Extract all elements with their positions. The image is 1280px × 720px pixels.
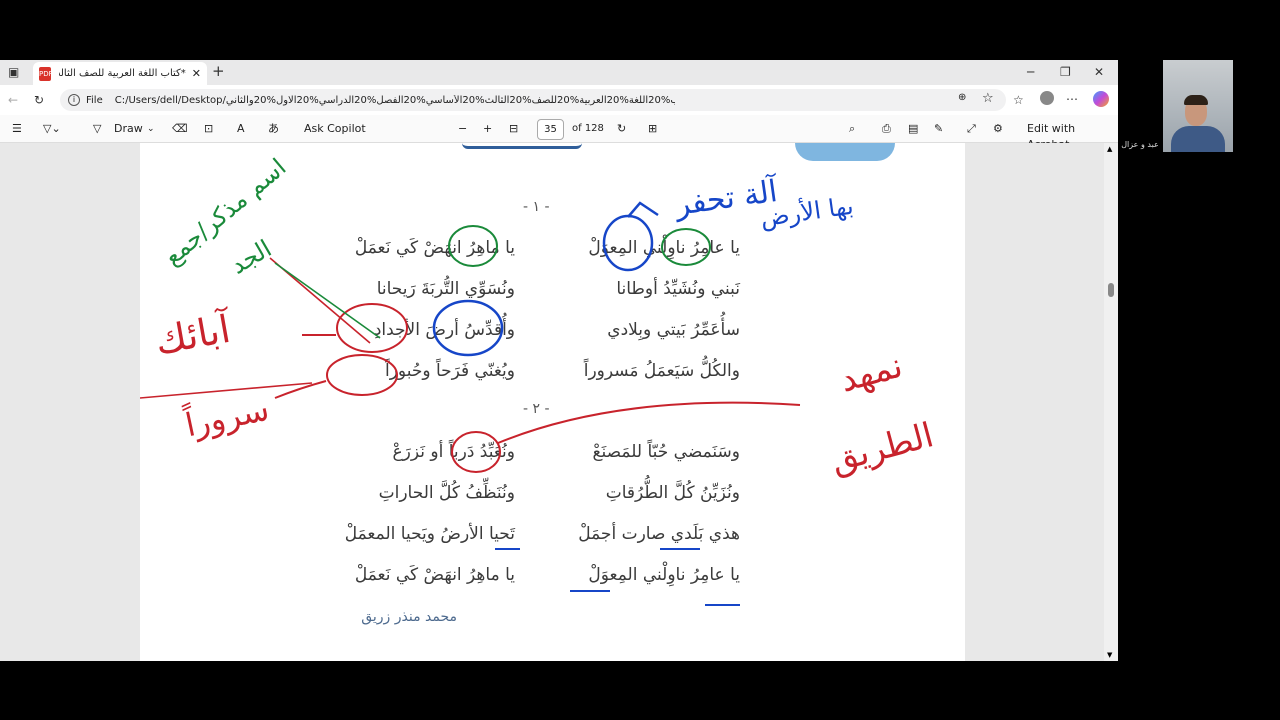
pdf-icon: PDF (39, 66, 53, 81)
contents-icon[interactable]: ☰ (12, 121, 22, 137)
ink-circle-nuabbid (451, 431, 501, 473)
fit-page-icon[interactable]: ⊟ (509, 121, 518, 137)
settings-icon[interactable]: ⚙ (993, 121, 1003, 137)
draw-icon[interactable]: ▽ (93, 121, 101, 137)
page-number-input[interactable]: 35 (537, 119, 564, 140)
tab-bar: ▣ PDF *كتاب اللغة العربية للصف الثالث ال… (0, 60, 1118, 85)
vertical-scrollbar[interactable]: ▲ ▼ (1104, 143, 1118, 661)
copilot-icon[interactable] (1093, 91, 1109, 107)
draw-button[interactable]: Draw (114, 121, 143, 137)
url-field[interactable]: i File C:/Users/dell/Desktop/كتاب%20اللغ… (60, 89, 1006, 111)
print-icon[interactable]: ⎙ (882, 121, 891, 137)
profile-avatar[interactable] (1040, 91, 1054, 105)
page-view-icon[interactable]: ⊞ (648, 121, 657, 137)
text-box-icon[interactable]: ⊡ (204, 121, 213, 137)
person-hair (1184, 95, 1208, 105)
scroll-down-icon[interactable]: ▼ (1107, 651, 1112, 659)
zoom-icon[interactable]: ⊕ (958, 92, 966, 103)
read-aloud-icon[interactable]: A (237, 121, 245, 137)
pdf-page[interactable]: - ١ - - ٢ - يا عامِرُ ناوِلْني المِعوَلْ… (140, 143, 965, 661)
page-total: of 128 (572, 123, 604, 134)
ink-circle-ajdad (336, 303, 408, 353)
ink-circle-hubur (326, 354, 398, 396)
ink-circle-mi3wal (602, 214, 654, 272)
scroll-up-icon[interactable]: ▲ (1107, 145, 1112, 153)
person-body (1171, 126, 1225, 152)
ink-circle-maher (448, 225, 498, 267)
zoom-out-icon[interactable]: − (458, 121, 467, 137)
more-icon[interactable]: ⋯ (1066, 91, 1078, 107)
save-as-icon[interactable]: ✎ (934, 121, 943, 137)
search-icon[interactable]: ⌕ (849, 121, 855, 137)
zoom-in-icon[interactable]: + (483, 121, 492, 137)
tab-title: *كتاب اللغة العربية للصف الثالث الأ (59, 68, 186, 79)
fullscreen-icon[interactable]: ⤢ (967, 121, 976, 137)
tab-actions-icon[interactable]: ▣ (8, 64, 19, 80)
draw-chevron-icon[interactable]: ⌄ (147, 121, 155, 137)
ask-copilot-button[interactable]: Ask Copilot (304, 121, 366, 137)
webcam-name: عبد و عزال (1121, 140, 1159, 149)
ink-arrow-up (627, 201, 659, 218)
pdf-toolbar: ☰ ▽⌄ ▽ Draw ⌄ ⌫ ⊡ A あ Ask Copilot − + ⊟ … (0, 115, 1118, 151)
browser-window: ▣ PDF *كتاب اللغة العربية للصف الثالث ال… (0, 60, 1118, 661)
favorites-icon[interactable]: ☆ (1013, 92, 1024, 108)
pdf-viewer[interactable]: - ١ - - ٢ - يا عامِرُ ناوِلْني المِعوَلْ… (0, 143, 1118, 661)
restore-button[interactable]: ❐ (1060, 64, 1071, 80)
new-tab-button[interactable]: + (212, 63, 225, 79)
ink-circle-uqaddis (432, 299, 504, 357)
address-bar: ← ↻ i File C:/Users/dell/Desktop/كتاب%20… (0, 85, 1118, 115)
back-icon[interactable]: ← (8, 92, 18, 108)
favorite-star-icon[interactable]: ☆ (982, 91, 994, 106)
highlight-icon[interactable]: ▽⌄ (43, 121, 61, 137)
eraser-icon[interactable]: ⌫ (172, 121, 188, 137)
tab-pdf[interactable]: PDF *كتاب اللغة العربية للصف الثالث الأ … (33, 62, 207, 85)
scrollbar-thumb[interactable] (1108, 283, 1114, 297)
close-tab-icon[interactable]: ✕ (192, 67, 201, 80)
ink-circle-amer (661, 228, 711, 266)
file-label: File (86, 94, 103, 106)
url-text[interactable]: C:/Users/dell/Desktop/كتاب%20اللغة%20الع… (115, 95, 675, 106)
ink-arrow-tamhid (497, 401, 801, 444)
translate-icon[interactable]: あ (268, 121, 279, 137)
minimize-button[interactable]: ─ (1027, 64, 1034, 80)
ink-line-green (274, 262, 381, 339)
save-icon[interactable]: ▤ (908, 121, 918, 137)
webcam-feed (1163, 60, 1233, 152)
info-icon[interactable]: i (68, 94, 80, 106)
rotate-icon[interactable]: ↻ (617, 121, 626, 137)
close-window-button[interactable]: ✕ (1094, 64, 1104, 80)
refresh-icon[interactable]: ↻ (34, 92, 44, 108)
ink-underline-abaik (140, 382, 313, 399)
